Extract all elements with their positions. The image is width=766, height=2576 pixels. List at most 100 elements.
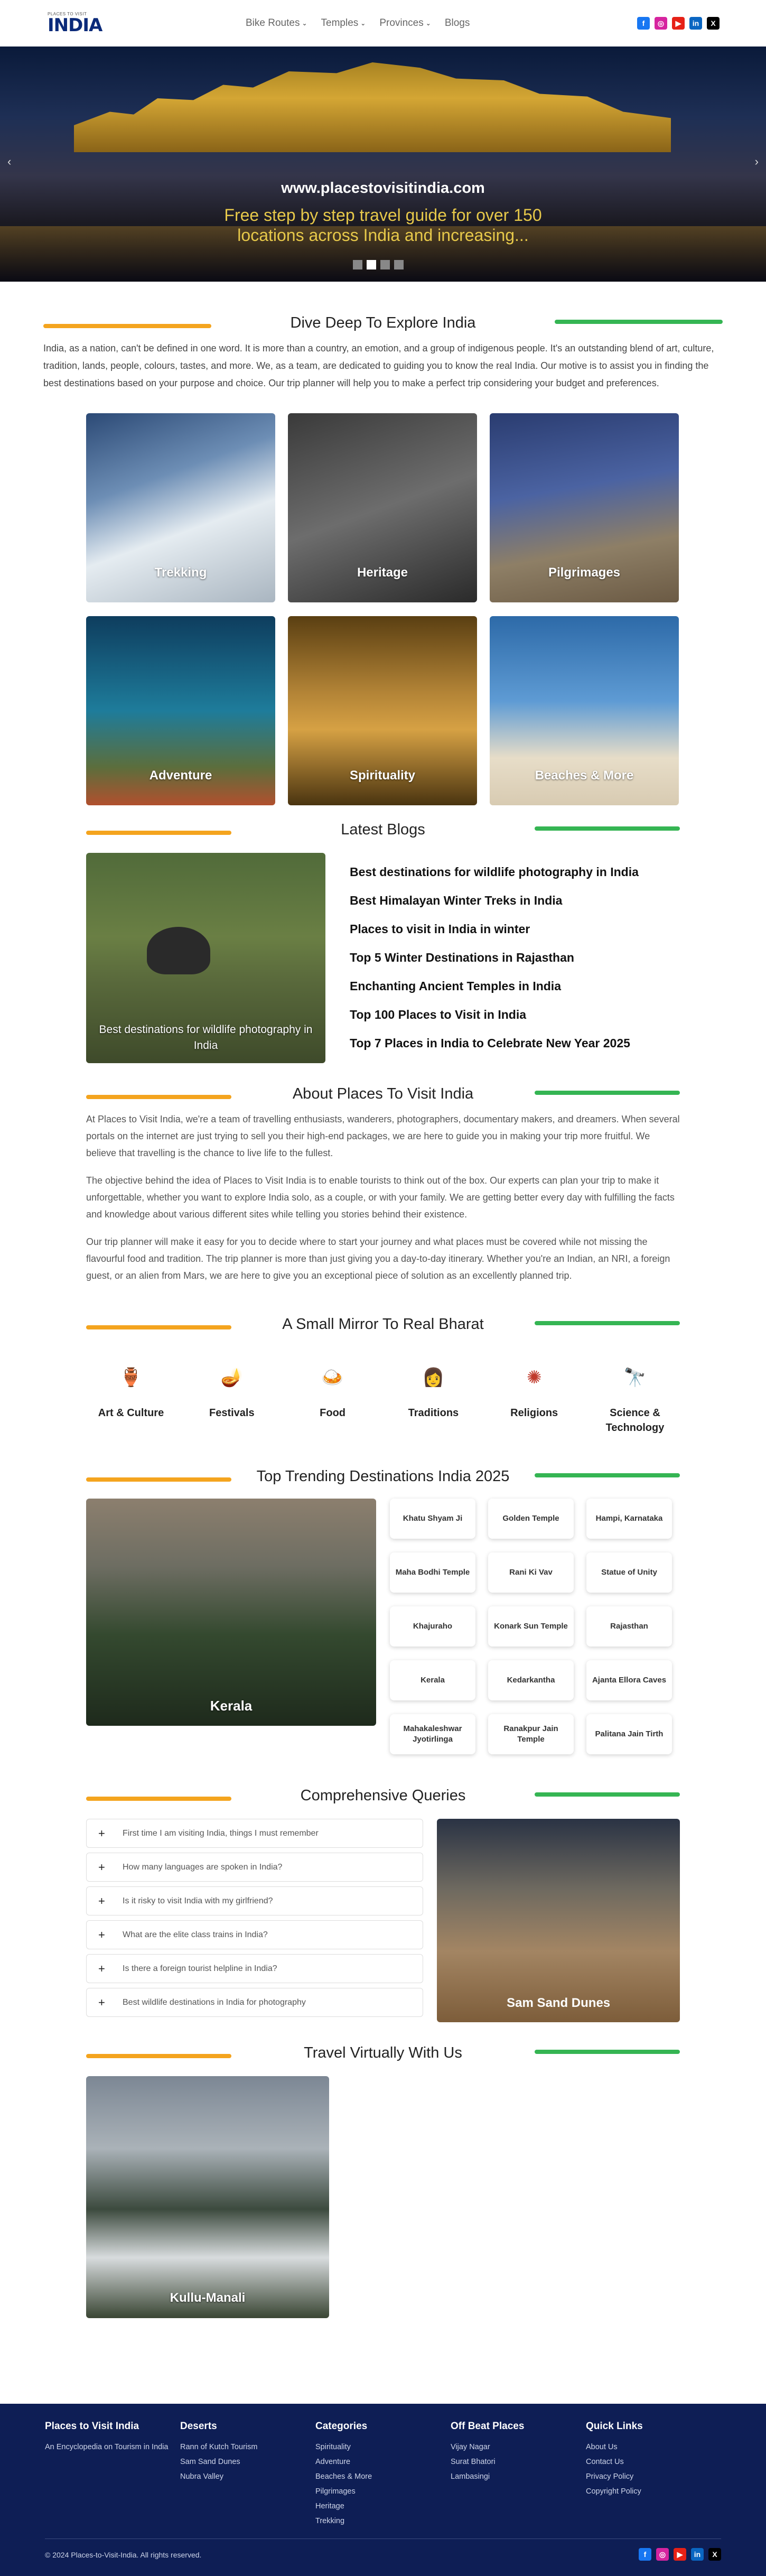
hero-fort-image [74, 62, 671, 152]
nav-item-temples[interactable]: Temples ⌄ [321, 17, 366, 29]
slider-dot[interactable] [367, 260, 376, 269]
nav-item-label: Provinces [379, 17, 424, 29]
nav-item-label: Temples [321, 17, 359, 29]
footer-link[interactable]: Pilgrimages [315, 2484, 451, 2499]
faq-item[interactable]: + Is it risky to visit India with my girl… [86, 1886, 424, 1915]
destination-chip[interactable]: Hampi, Karnataka [586, 1499, 672, 1539]
culture-item[interactable]: 🍛 Food [288, 1357, 378, 1435]
destination-chip[interactable]: Khatu Shyam Ji [390, 1499, 475, 1539]
footer-link[interactable]: Contact Us [586, 2454, 721, 2469]
culture-item[interactable]: 👩 Traditions [388, 1357, 478, 1435]
culture-item-label: Festivals [209, 1407, 255, 1419]
footer-link[interactable]: Adventure [315, 2454, 451, 2469]
virtual-card[interactable]: Kullu-Manali [86, 2076, 329, 2318]
nav-item-provinces[interactable]: Provinces ⌄ [379, 17, 431, 29]
faq-item[interactable]: + First time I am visiting India, things … [86, 1819, 424, 1848]
culture-item[interactable]: 🪔 Festivals [187, 1357, 277, 1435]
slider-next-icon[interactable]: › [755, 155, 759, 169]
slider-dot[interactable] [394, 260, 404, 269]
category-card[interactable]: Beaches & More [490, 616, 679, 805]
faq-item[interactable]: + What are the elite class trains in Indi… [86, 1920, 424, 1949]
destination-chip[interactable]: Mahakaleshwar Jyotirlinga [390, 1714, 475, 1754]
facebook-icon[interactable]: f [639, 2548, 651, 2561]
category-card[interactable]: Pilgrimages [490, 413, 679, 602]
footer-link[interactable]: Privacy Policy [586, 2469, 721, 2484]
instagram-icon[interactable]: ◎ [656, 2548, 669, 2561]
about-paragraph: The objective behind the idea of Places … [86, 1175, 675, 1220]
destination-chip[interactable]: Maha Bodhi Temple [390, 1552, 475, 1593]
category-card-label: Pilgrimages [548, 565, 621, 580]
footer-column-title: Places to Visit India [45, 2421, 139, 2432]
footer-column-title: Deserts [180, 2421, 217, 2432]
category-card[interactable]: Trekking [86, 413, 275, 602]
blog-link[interactable]: Places to visit in India in winter [350, 920, 639, 937]
footer-link[interactable]: Rann of Kutch Tourism [180, 2440, 315, 2454]
destination-chip[interactable]: Kedarkantha [488, 1660, 574, 1700]
blog-link[interactable]: Best destinations for wildlife photograp… [350, 863, 639, 880]
nav-item-blogs[interactable]: Blogs [445, 17, 470, 29]
culture-item[interactable]: 🔭 Science & Technology [590, 1357, 680, 1435]
section-title: Top Trending Destinations India 2025 [256, 1468, 510, 1485]
blog-link[interactable]: Top 5 Winter Destinations in Rajasthan [350, 949, 639, 966]
site-logo[interactable]: PLACES TO VISIT INDIA [48, 12, 102, 35]
category-card[interactable]: Adventure [86, 616, 275, 805]
destination-chip[interactable]: Rani Ki Vav [488, 1552, 574, 1593]
faq-item[interactable]: + How many languages are spoken in India? [86, 1853, 424, 1882]
x-icon[interactable]: X [707, 17, 720, 30]
destination-chip[interactable]: Konark Sun Temple [488, 1606, 574, 1647]
slider-dot[interactable] [380, 260, 390, 269]
slider-dot[interactable] [353, 260, 362, 269]
faq-question: Best wildlife destinations in India for … [123, 1997, 306, 2007]
trending-featured-card[interactable]: Kerala [86, 1499, 376, 1726]
category-card[interactable]: Heritage [288, 413, 477, 602]
footer-link[interactable]: Nubra Valley [180, 2469, 315, 2484]
destination-chip[interactable]: Palitana Jain Tirth [586, 1714, 672, 1754]
instagram-icon[interactable]: ◎ [655, 17, 667, 30]
footer-link[interactable]: Surat Bhatori [451, 2454, 586, 2469]
trending-featured-label: Kerala [210, 1698, 253, 1714]
blog-link[interactable]: Top 100 Places to Visit in India [350, 1006, 639, 1023]
linkedin-icon[interactable]: in [689, 17, 702, 30]
section-title: Dive Deep To Explore India [290, 314, 476, 331]
destination-chip[interactable]: Golden Temple [488, 1499, 574, 1539]
footer-column: Off Beat Places Vijay Nagar Surat Bhatori L… [451, 2421, 586, 2528]
blog-link[interactable]: Best Himalayan Winter Treks in India [350, 892, 639, 909]
footer-link[interactable]: Sam Sand Dunes [180, 2454, 315, 2469]
footer-column-title: Off Beat Places [451, 2421, 525, 2432]
footer-link[interactable]: Copyright Policy [586, 2484, 721, 2499]
faq-item[interactable]: + Best wildlife destinations in India for… [86, 1988, 424, 2017]
about-paragraph: At Places to Visit India, we're a team o… [86, 1114, 680, 1158]
footer-link[interactable]: Vijay Nagar [451, 2440, 586, 2454]
destination-chip[interactable]: Ajanta Ellora Caves [586, 1660, 672, 1700]
footer-link[interactable]: Beaches & More [315, 2469, 451, 2484]
culture-item[interactable]: ✺ Religions [489, 1357, 579, 1435]
footer-link[interactable]: An Encyclopedia on Tourism in India [45, 2440, 180, 2454]
footer-link[interactable]: Spirituality [315, 2440, 451, 2454]
section-title: About Places To Visit India [292, 1085, 474, 1102]
culture-item[interactable]: 🏺 Art & Culture [86, 1357, 176, 1435]
site-header: PLACES TO VISIT INDIA Bike Routes ⌄ Temple… [0, 0, 766, 47]
faq-item[interactable]: + Is there a foreign tourist helpline in … [86, 1954, 424, 1983]
blog-link[interactable]: Enchanting Ancient Temples in India [350, 978, 639, 994]
nav-item-bike-routes[interactable]: Bike Routes ⌄ [246, 17, 307, 29]
category-card[interactable]: Spirituality [288, 616, 477, 805]
art-culture-icon: 🏺 [119, 1368, 143, 1388]
youtube-icon[interactable]: ▶ [674, 2548, 686, 2561]
linkedin-icon[interactable]: in [691, 2548, 704, 2561]
footer-link[interactable]: Trekking [315, 2514, 451, 2528]
facebook-icon[interactable]: f [637, 17, 650, 30]
footer-link[interactable]: About Us [586, 2440, 721, 2454]
footer-link[interactable]: Heritage [315, 2499, 451, 2514]
destination-chip[interactable]: Kerala [390, 1660, 475, 1700]
destination-chip[interactable]: Statue of Unity [586, 1552, 672, 1593]
destination-chip[interactable]: Ranakpur Jain Temple [488, 1714, 574, 1754]
footer-link[interactable]: Lambasingi [451, 2469, 586, 2484]
blog-link[interactable]: Top 7 Places in India to Celebrate New Y… [350, 1035, 639, 1052]
youtube-icon[interactable]: ▶ [672, 17, 685, 30]
slider-prev-icon[interactable]: ‹ [7, 155, 11, 169]
featured-blog-card[interactable]: Best destinations for wildlife photograp… [86, 853, 325, 1063]
x-icon[interactable]: X [708, 2548, 721, 2561]
destination-chip[interactable]: Khajuraho [390, 1606, 475, 1647]
faq-image-card[interactable]: Sam Sand Dunes [437, 1819, 680, 2022]
destination-chip[interactable]: Rajasthan [586, 1606, 672, 1647]
